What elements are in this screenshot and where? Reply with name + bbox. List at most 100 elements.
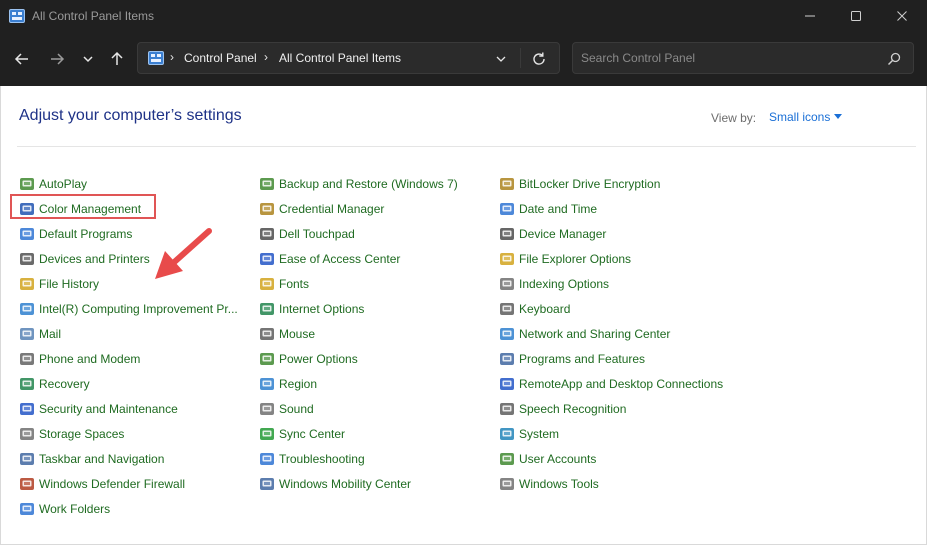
control-panel-item-label[interactable]: Troubleshooting — [279, 452, 365, 466]
control-panel-item-label[interactable]: Sound — [279, 402, 314, 416]
control-panel-item[interactable]: Sync Center — [259, 424, 345, 444]
control-panel-item-label[interactable]: System — [519, 427, 559, 441]
control-panel-item-label[interactable]: Recovery — [39, 377, 90, 391]
keyboard-icon — [500, 303, 514, 315]
control-panel-item-label[interactable]: Network and Sharing Center — [519, 327, 670, 341]
control-panel-item[interactable]: Windows Defender Firewall — [19, 474, 185, 494]
control-panel-item[interactable]: Network and Sharing Center — [499, 324, 670, 344]
control-panel-item-label[interactable]: Backup and Restore (Windows 7) — [279, 177, 458, 191]
close-button[interactable] — [879, 0, 925, 32]
control-panel-item[interactable]: Internet Options — [259, 299, 364, 319]
control-panel-item-label[interactable]: BitLocker Drive Encryption — [519, 177, 660, 191]
control-panel-item-label[interactable]: Phone and Modem — [39, 352, 140, 366]
control-panel-item-label[interactable]: Internet Options — [279, 302, 364, 316]
control-panel-item[interactable]: Ease of Access Center — [259, 249, 400, 269]
search-box[interactable] — [572, 42, 914, 74]
control-panel-item[interactable]: Intel(R) Computing Improvement Pr... — [19, 299, 238, 319]
control-panel-item-label[interactable]: Sync Center — [279, 427, 345, 441]
search-input[interactable] — [581, 49, 871, 67]
control-panel-item[interactable]: User Accounts — [499, 449, 596, 469]
control-panel-item[interactable]: Taskbar and Navigation — [19, 449, 164, 469]
control-panel-item[interactable]: AutoPlay — [19, 174, 87, 194]
breadcrumb-separator-icon[interactable]: › — [264, 50, 268, 64]
control-panel-item-label[interactable]: Indexing Options — [519, 277, 609, 291]
control-panel-item[interactable]: Devices and Printers — [19, 249, 150, 269]
control-panel-item-label[interactable]: Fonts — [279, 277, 309, 291]
control-panel-item-label[interactable]: AutoPlay — [39, 177, 87, 191]
control-panel-item[interactable]: File Explorer Options — [499, 249, 631, 269]
control-panel-item-label[interactable]: Dell Touchpad — [279, 227, 355, 241]
control-panel-item-label[interactable]: Speech Recognition — [519, 402, 626, 416]
control-panel-item[interactable]: RemoteApp and Desktop Connections — [499, 374, 723, 394]
control-panel-item-label[interactable]: File Explorer Options — [519, 252, 631, 266]
control-panel-item-label[interactable]: Device Manager — [519, 227, 606, 241]
search-icon[interactable] — [887, 52, 901, 66]
control-panel-item[interactable]: Dell Touchpad — [259, 224, 355, 244]
control-panel-item[interactable]: Indexing Options — [499, 274, 609, 294]
control-panel-item-label[interactable]: Taskbar and Navigation — [39, 452, 164, 466]
control-panel-item[interactable]: Power Options — [259, 349, 358, 369]
control-panel-item-label[interactable]: Region — [279, 377, 317, 391]
control-panel-item[interactable]: Sound — [259, 399, 314, 419]
control-panel-item-label[interactable]: Storage Spaces — [39, 427, 124, 441]
control-panel-item[interactable]: Default Programs — [19, 224, 132, 244]
breadcrumb-all-items[interactable]: All Control Panel Items — [279, 51, 401, 65]
control-panel-item[interactable]: Windows Tools — [499, 474, 599, 494]
control-panel-item[interactable]: File History — [19, 274, 99, 294]
control-panel-item-label[interactable]: Default Programs — [39, 227, 132, 241]
control-panel-item[interactable]: System — [499, 424, 559, 444]
control-panel-item-label[interactable]: Ease of Access Center — [279, 252, 400, 266]
recent-locations-button[interactable] — [76, 47, 100, 71]
control-panel-item[interactable]: Troubleshooting — [259, 449, 365, 469]
control-panel-item-label[interactable]: Work Folders — [39, 502, 110, 516]
control-panel-item[interactable]: Fonts — [259, 274, 309, 294]
control-panel-item-label[interactable]: Windows Mobility Center — [279, 477, 411, 491]
control-panel-item-label[interactable]: Devices and Printers — [39, 252, 150, 266]
control-panel-item[interactable]: Phone and Modem — [19, 349, 140, 369]
control-panel-item-label[interactable]: RemoteApp and Desktop Connections — [519, 377, 723, 391]
breadcrumb-control-panel[interactable]: Control Panel — [184, 51, 257, 65]
control-panel-item[interactable]: Mail — [19, 324, 61, 344]
control-panel-item[interactable]: BitLocker Drive Encryption — [499, 174, 660, 194]
control-panel-item-label[interactable]: Security and Maintenance — [39, 402, 178, 416]
control-panel-item-label[interactable]: Windows Tools — [519, 477, 599, 491]
control-panel-item[interactable]: Keyboard — [499, 299, 570, 319]
control-panel-item-label[interactable]: Mail — [39, 327, 61, 341]
minimize-button[interactable] — [787, 0, 833, 32]
control-panel-item-label[interactable]: Credential Manager — [279, 202, 384, 216]
address-history-button[interactable] — [494, 52, 508, 66]
remoteapp-icon — [500, 378, 514, 390]
control-panel-item[interactable]: Credential Manager — [259, 199, 384, 219]
control-panel-item[interactable]: Programs and Features — [499, 349, 645, 369]
control-panel-item-label[interactable]: File History — [39, 277, 99, 291]
address-bar[interactable]: › Control Panel › All Control Panel Item… — [137, 42, 560, 74]
view-by-value[interactable]: Small icons — [769, 110, 830, 124]
control-panel-item[interactable]: Storage Spaces — [19, 424, 124, 444]
control-panel-item[interactable]: Windows Mobility Center — [259, 474, 411, 494]
control-panel-item[interactable]: Backup and Restore (Windows 7) — [259, 174, 458, 194]
control-panel-item-label[interactable]: Intel(R) Computing Improvement Pr... — [39, 302, 238, 316]
control-panel-item[interactable]: Date and Time — [499, 199, 597, 219]
control-panel-item[interactable]: Security and Maintenance — [19, 399, 178, 419]
control-panel-item-label[interactable]: Keyboard — [519, 302, 570, 316]
maximize-button[interactable] — [833, 0, 879, 32]
control-panel-item[interactable]: Work Folders — [19, 499, 110, 519]
control-panel-item[interactable]: Mouse — [259, 324, 315, 344]
control-panel-item[interactable]: Device Manager — [499, 224, 606, 244]
refresh-icon[interactable] — [531, 51, 547, 67]
control-panel-item-label[interactable]: User Accounts — [519, 452, 596, 466]
control-panel-item-label[interactable]: Mouse — [279, 327, 315, 341]
forward-button[interactable] — [45, 47, 69, 71]
control-panel-item[interactable]: Region — [259, 374, 317, 394]
control-panel-item-label[interactable]: Programs and Features — [519, 352, 645, 366]
file-explorer-options-icon — [500, 253, 514, 265]
control-panel-item-label[interactable]: Windows Defender Firewall — [39, 477, 185, 491]
control-panel-item[interactable]: Speech Recognition — [499, 399, 626, 419]
control-panel-item-label[interactable]: Power Options — [279, 352, 358, 366]
back-button[interactable] — [10, 47, 34, 71]
up-button[interactable] — [105, 47, 129, 71]
view-by-dropdown[interactable]: Small icons — [769, 110, 843, 124]
control-panel-item-label[interactable]: Date and Time — [519, 202, 597, 216]
breadcrumb-separator-icon[interactable]: › — [170, 50, 174, 64]
control-panel-item[interactable]: Recovery — [19, 374, 90, 394]
